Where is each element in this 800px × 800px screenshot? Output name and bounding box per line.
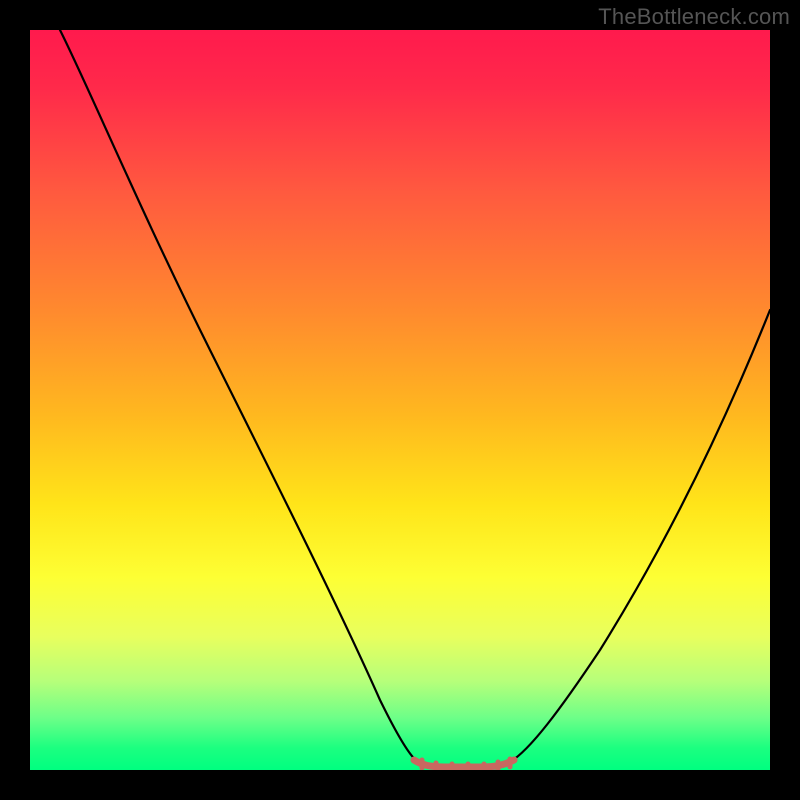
chart-frame: TheBottleneck.com — [0, 0, 800, 800]
curve-left-arm — [60, 30, 418, 762]
plot-area — [30, 30, 770, 770]
watermark-text: TheBottleneck.com — [598, 4, 790, 30]
bottom-segment-ticks — [422, 759, 510, 770]
curve-right-arm — [510, 310, 770, 762]
curve-layer — [30, 30, 770, 770]
